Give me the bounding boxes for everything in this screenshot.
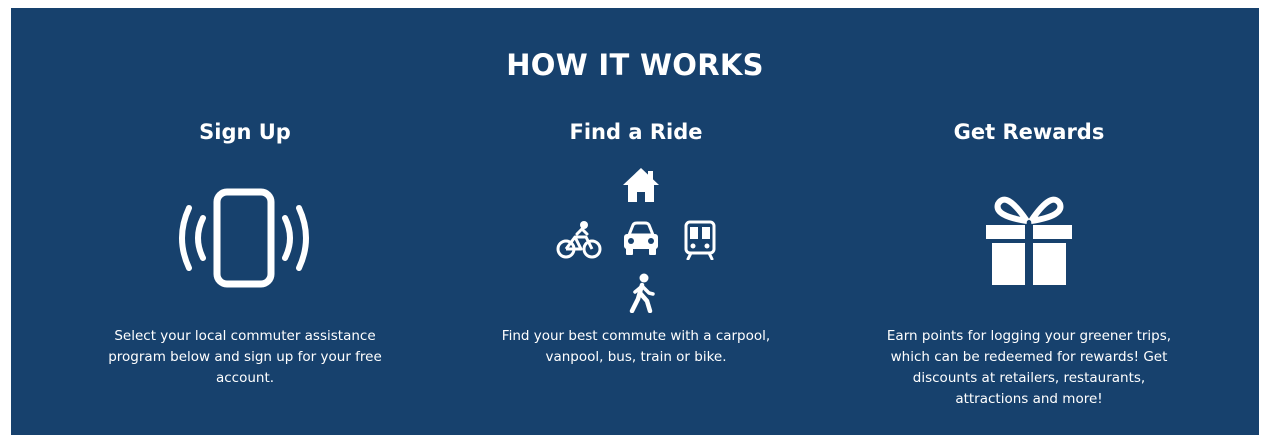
step-description: Select your local commuter assistance pr… bbox=[108, 328, 382, 386]
step-title: Find a Ride bbox=[569, 120, 703, 144]
bicycle-icon bbox=[556, 221, 602, 259]
gift-icon bbox=[986, 196, 1072, 285]
walking-person-icon bbox=[629, 273, 655, 313]
step-description: Find your best commute with a carpool, v… bbox=[501, 328, 771, 365]
train-icon bbox=[684, 220, 716, 260]
step-find-a-ride: Find a Ride Find your best commute with … bbox=[486, 8, 786, 435]
how-it-works-section: HOW IT WORKS Sign Up Select your local c… bbox=[11, 8, 1259, 435]
step-description: Earn points for logging your greener tri… bbox=[886, 328, 1172, 407]
step-title: Get Rewards bbox=[953, 120, 1105, 144]
step-title: Sign Up bbox=[199, 120, 291, 144]
car-icon bbox=[624, 221, 658, 255]
step-get-rewards: Get Rewards Earn points for logging your… bbox=[879, 8, 1179, 435]
home-icon bbox=[623, 168, 659, 202]
smartphone-vibrating-icon bbox=[179, 188, 309, 288]
step-sign-up: Sign Up Select your local commuter assis… bbox=[95, 8, 395, 435]
